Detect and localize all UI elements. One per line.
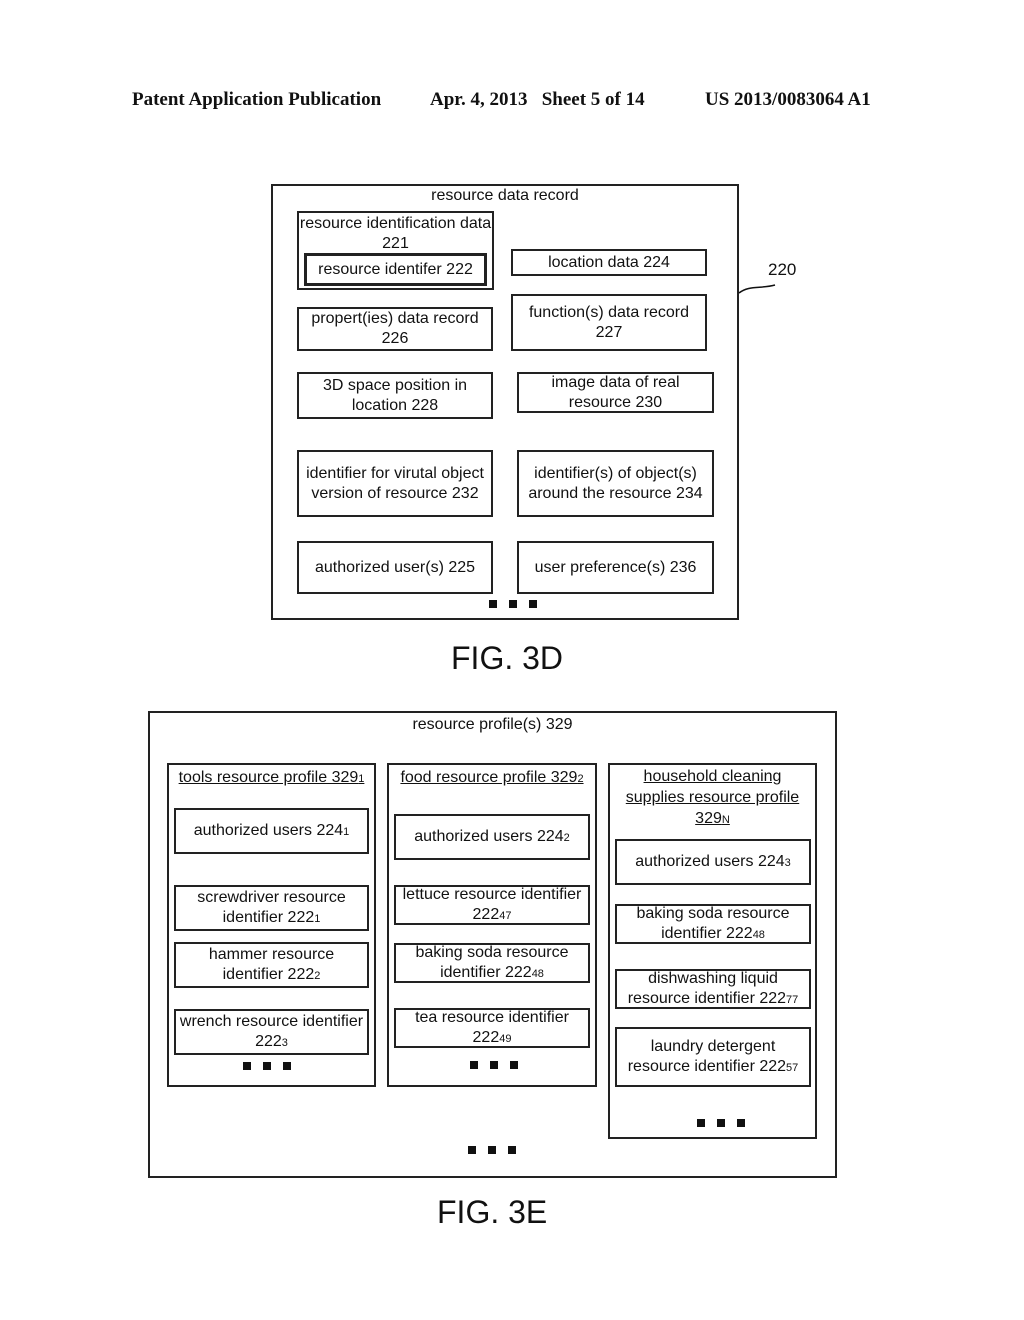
functions-cell: function(s) data record 227: [511, 294, 707, 351]
authorized-users-cell: authorized user(s) 225: [297, 541, 493, 594]
date-sheet: Apr. 4, 2013 Sheet 5 of 14: [430, 89, 645, 110]
leader-line: [738, 284, 776, 294]
patent-number: US 2013/0083064 A1: [705, 89, 871, 110]
properties-cell: propert(ies) data record 226: [297, 307, 493, 351]
profile-title: food resource profile 3292: [400, 769, 584, 786]
profile-title: tools resource profile 3291: [178, 769, 365, 786]
ellipsis-dots: [243, 1062, 291, 1070]
ellipsis-dots: [468, 1146, 516, 1154]
profile-title: household cleaning supplies resource pro…: [625, 768, 800, 827]
profile-item: dishwashing liquid resource identifier 2…: [615, 969, 811, 1009]
figure-caption-3d: FIG. 3D: [451, 640, 564, 676]
objects-around-cell: identifier(s) of object(s) around the re…: [517, 450, 714, 517]
profile-item: laundry detergent resource identifier 22…: [615, 1027, 811, 1087]
ellipsis-dots: [489, 600, 537, 608]
figure-caption-3e: FIG. 3E: [437, 1194, 548, 1230]
resource-identification-label: resource identification data 221: [299, 215, 492, 252]
profile-item: screwdriver resource identifier 2221: [174, 885, 369, 931]
profile-item: wrench resource identifier 2223: [174, 1009, 369, 1055]
profile-item: authorized users 2241: [174, 808, 369, 854]
ellipsis-dots: [697, 1119, 745, 1127]
profile-item: authorized users 2243: [615, 839, 811, 885]
profile-item: tea resource identifier 22249: [394, 1008, 590, 1048]
virtual-object-cell: identifier for virutal object version of…: [297, 450, 493, 517]
ellipsis-dots: [470, 1061, 518, 1069]
resource-identifier-cell: resource identifer 222: [304, 253, 487, 286]
profile-item: baking soda resource identifier 22248: [394, 943, 590, 983]
user-preferences-cell: user preference(s) 236: [517, 541, 714, 594]
image-data-cell: image data of real resource 230: [517, 372, 714, 413]
profile-item: hammer resource identifier 2222: [174, 942, 369, 988]
publication-label: Patent Application Publication: [132, 89, 382, 110]
profile-item: authorized users 2242: [394, 814, 590, 860]
position-cell: 3D space position in location 228: [297, 372, 493, 419]
resource-data-record-title: resource data record: [431, 187, 579, 204]
profile-item: baking soda resource identifier 22248: [615, 904, 811, 944]
location-data-cell: location data 224: [511, 249, 707, 276]
profile-item: lettuce resource identifier 22247: [394, 885, 590, 925]
resource-profiles-title: resource profile(s) 329: [412, 716, 573, 733]
